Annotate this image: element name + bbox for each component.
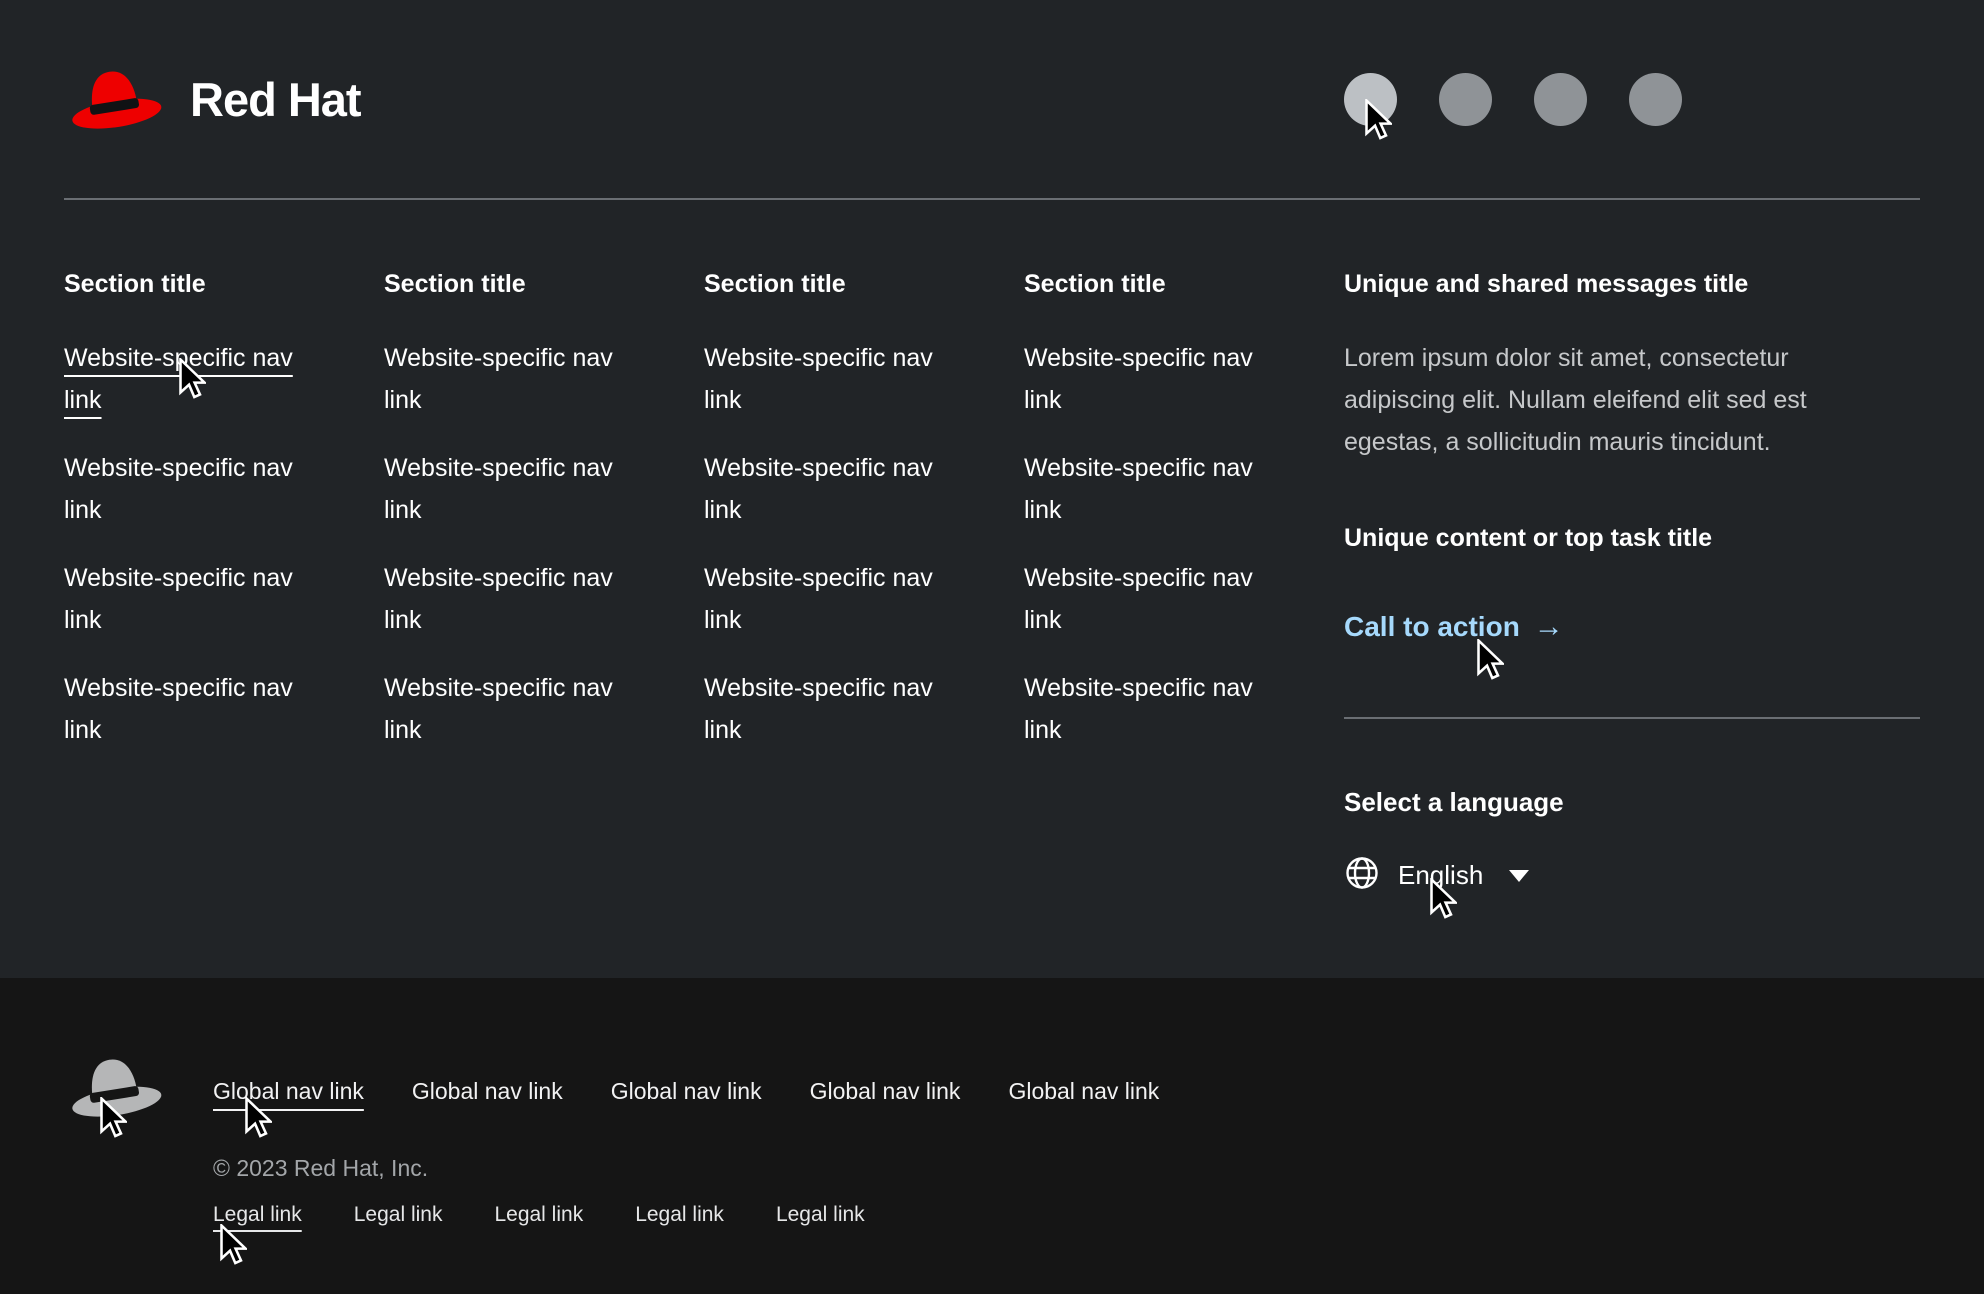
section-title: Section title <box>1024 268 1344 301</box>
nav-link[interactable]: Website-specific nav link <box>1024 337 1262 421</box>
redhat-fedora-icon <box>64 59 164 139</box>
global-nav-links: Global nav link Global nav link Global n… <box>213 1077 1159 1105</box>
nav-column-1: Section title Website-specific nav link … <box>64 268 384 896</box>
global-nav-link[interactable]: Global nav link <box>810 1077 961 1105</box>
nav-link[interactable]: Website-specific nav link <box>384 667 622 751</box>
info-column: Unique and shared messages title Lorem i… <box>1344 268 1920 896</box>
brand-wordmark: Red Hat <box>190 72 361 127</box>
footer-columns: Section title Website-specific nav link … <box>64 200 1920 896</box>
legal-link[interactable]: Legal link <box>776 1202 865 1228</box>
footer-megapanel: Red Hat Section title Website-specific n… <box>0 0 1984 978</box>
nav-column-4: Section title Website-specific nav link … <box>1024 268 1344 896</box>
global-nav-link[interactable]: Global nav link <box>611 1077 762 1105</box>
legal-link[interactable]: Legal link <box>213 1202 302 1228</box>
content-title: Unique content or top task title <box>1344 521 1920 555</box>
call-to-action-label: Call to action <box>1344 607 1520 647</box>
nav-link[interactable]: Website-specific nav link <box>64 667 302 751</box>
social-placeholder-icon[interactable] <box>1629 73 1682 126</box>
brand-header: Red Hat <box>64 0 1920 200</box>
language-heading: Select a language <box>1344 785 1920 819</box>
global-nav-link[interactable]: Global nav link <box>213 1077 364 1105</box>
info-divider <box>1344 717 1920 719</box>
copyright-text: © 2023 Red Hat, Inc. <box>213 1154 1159 1182</box>
section-title: Section title <box>704 268 1024 301</box>
nav-link[interactable]: Website-specific nav link <box>64 447 302 531</box>
chevron-down-icon <box>1509 870 1529 882</box>
redhat-fedora-gray-icon[interactable] <box>64 1048 164 1131</box>
social-placeholder-icon[interactable] <box>1534 73 1587 126</box>
global-nav-link[interactable]: Global nav link <box>1008 1077 1159 1105</box>
nav-link[interactable]: Website-specific nav link <box>64 337 302 421</box>
nav-link[interactable]: Website-specific nav link <box>384 557 622 641</box>
nav-link[interactable]: Website-specific nav link <box>704 447 942 531</box>
social-placeholder-icon[interactable] <box>1344 73 1397 126</box>
nav-link[interactable]: Website-specific nav link <box>704 667 942 751</box>
social-icons-group <box>1344 73 1920 126</box>
legal-link[interactable]: Legal link <box>635 1202 724 1228</box>
language-selector[interactable]: English <box>1344 855 1920 896</box>
nav-link[interactable]: Website-specific nav link <box>1024 667 1262 751</box>
nav-link[interactable]: Website-specific nav link <box>384 447 622 531</box>
legal-link[interactable]: Legal link <box>354 1202 443 1228</box>
redhat-logo[interactable]: Red Hat <box>64 59 361 139</box>
nav-link[interactable]: Website-specific nav link <box>64 557 302 641</box>
arrow-right-icon: → <box>1534 607 1564 647</box>
language-current: English <box>1398 860 1483 891</box>
nav-link[interactable]: Website-specific nav link <box>1024 447 1262 531</box>
nav-link[interactable]: Website-specific nav link <box>704 337 942 421</box>
nav-column-3: Section title Website-specific nav link … <box>704 268 1024 896</box>
messages-body: Lorem ipsum dolor sit amet, consectetur … <box>1344 337 1884 463</box>
nav-link[interactable]: Website-specific nav link <box>704 557 942 641</box>
global-nav-link[interactable]: Global nav link <box>412 1077 563 1105</box>
messages-title: Unique and shared messages title <box>1344 268 1920 301</box>
nav-link[interactable]: Website-specific nav link <box>384 337 622 421</box>
section-title: Section title <box>384 268 704 301</box>
nav-link[interactable]: Website-specific nav link <box>1024 557 1262 641</box>
global-footer: Global nav link Global nav link Global n… <box>0 978 1984 1294</box>
nav-column-2: Section title Website-specific nav link … <box>384 268 704 896</box>
social-placeholder-icon[interactable] <box>1439 73 1492 126</box>
globe-icon <box>1344 855 1380 896</box>
call-to-action-link[interactable]: Call to action → <box>1344 607 1564 647</box>
section-title: Section title <box>64 268 384 301</box>
legal-link[interactable]: Legal link <box>494 1202 583 1228</box>
legal-links: Legal link Legal link Legal link Legal l… <box>213 1202 1159 1228</box>
